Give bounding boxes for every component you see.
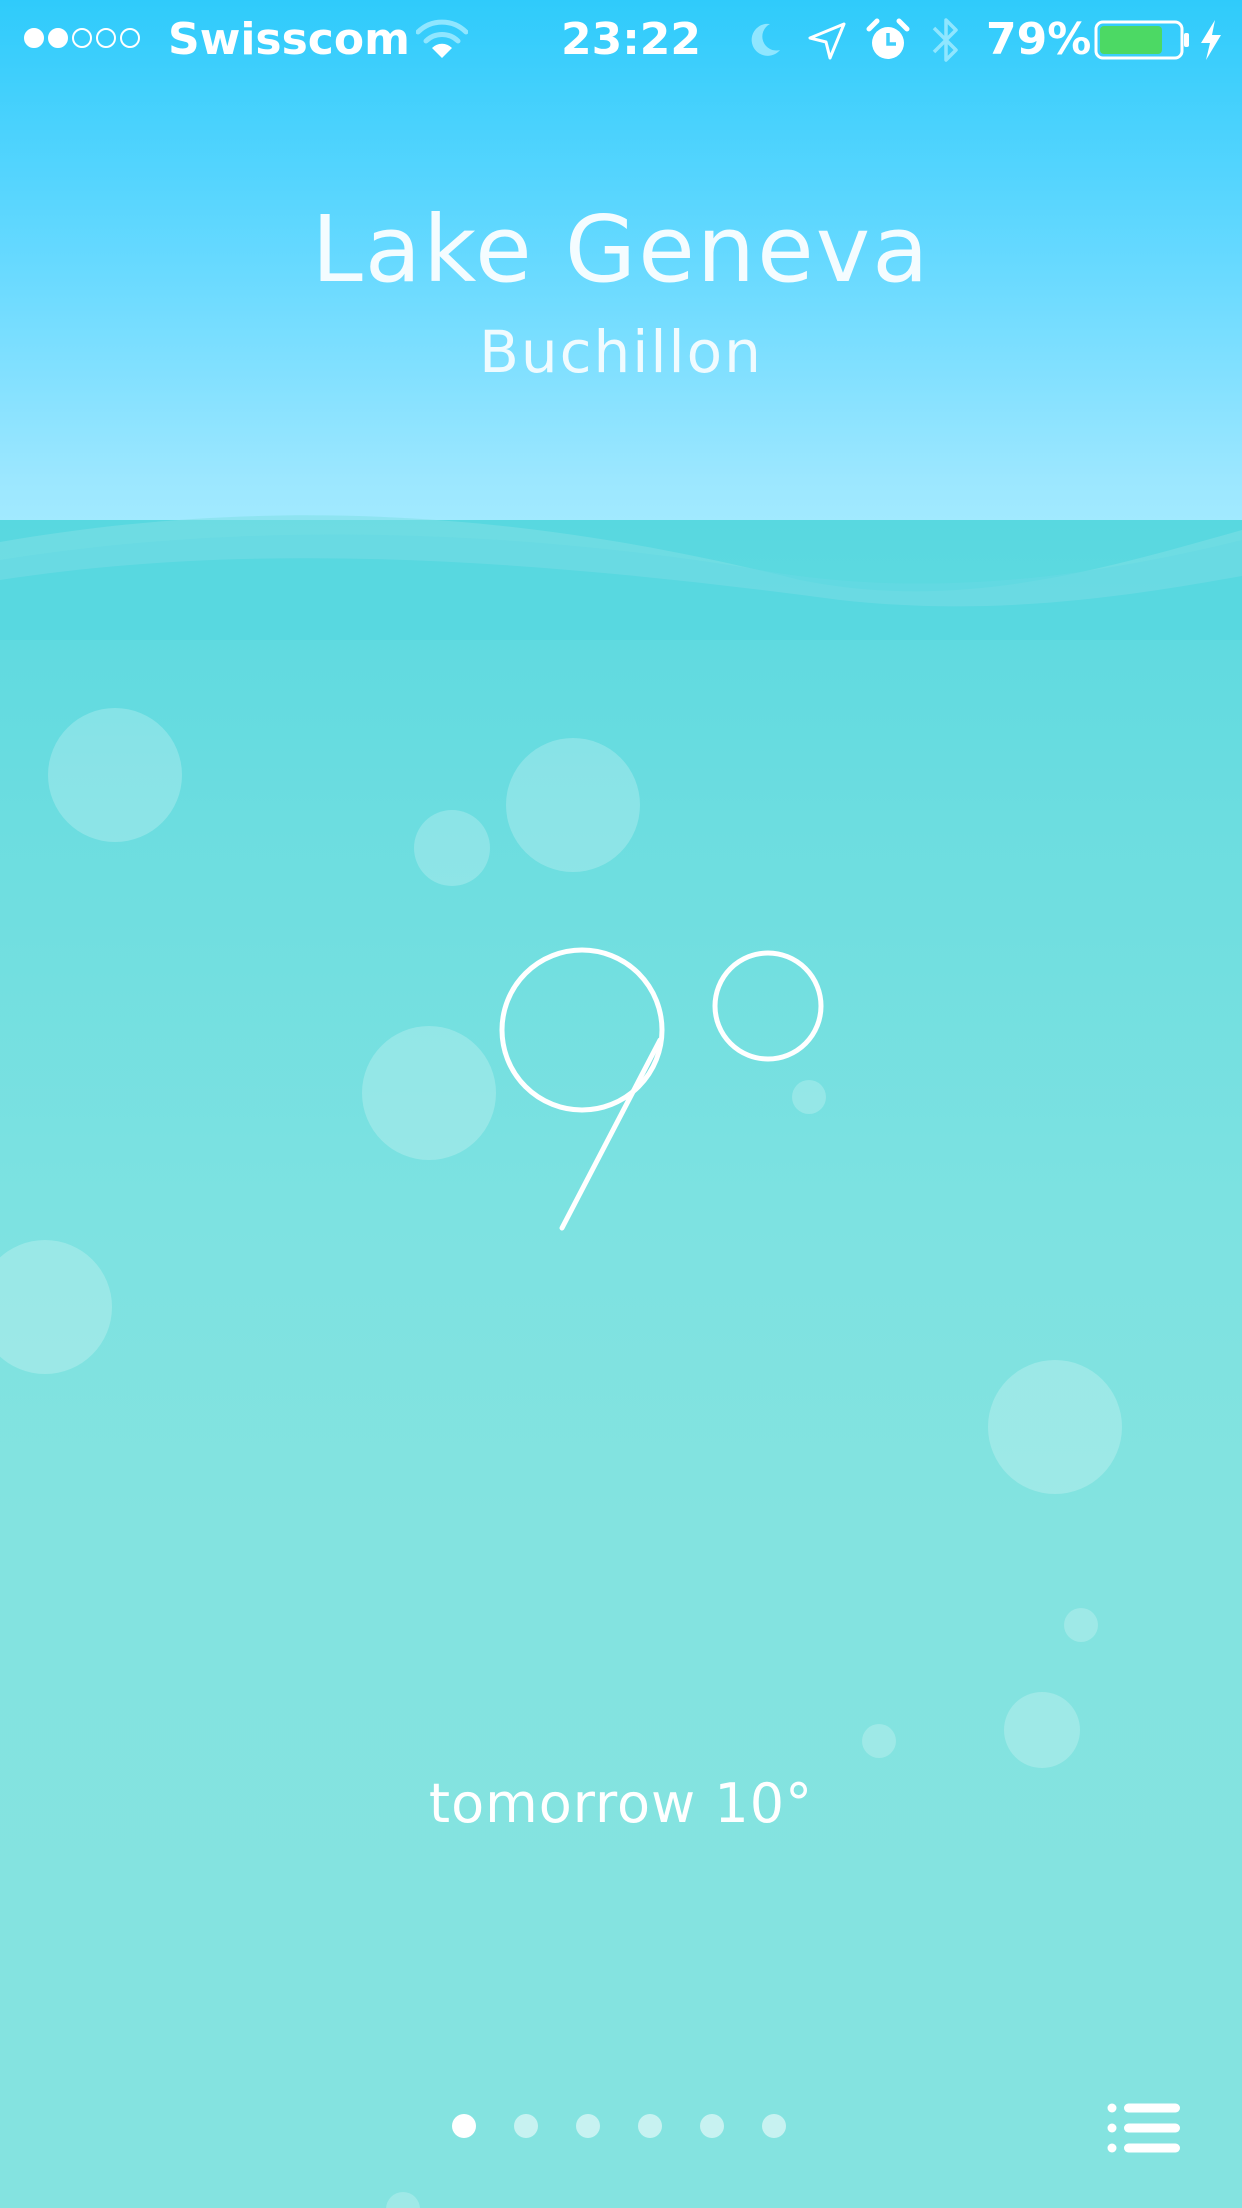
status-bar: Swisscom 23:22 79%: [0, 0, 1242, 80]
weather-screen: Swisscom 23:22 79% Lake Geneva Buchillon…: [0, 0, 1242, 2208]
alarm-clock-icon: [866, 18, 910, 59]
list-icon[interactable]: [1104, 2098, 1184, 2158]
battery-icon: [1094, 20, 1189, 60]
battery-percentage: 79%: [986, 14, 1092, 65]
current-temperature: 9°: [499, 947, 824, 1231]
page-dot[interactable]: [514, 2114, 538, 2138]
wave-surface: [0, 515, 1242, 640]
page-dot[interactable]: [700, 2114, 724, 2138]
tomorrow-forecast: tomorrow 10°: [428, 1772, 814, 1835]
bubble: [48, 708, 182, 842]
bubble: [506, 738, 640, 872]
bubble: [862, 1724, 896, 1758]
bubble: [1004, 1692, 1080, 1768]
page-dot[interactable]: [576, 2114, 600, 2138]
bluetooth-icon: [932, 18, 958, 62]
page-indicator[interactable]: [440, 2114, 800, 2144]
bubble: [414, 810, 490, 886]
location-arrow-icon: [808, 22, 846, 60]
page-dot[interactable]: [638, 2114, 662, 2138]
bubble: [988, 1360, 1122, 1494]
bubble: [362, 1026, 496, 1160]
location-subtitle: Buchillon: [479, 318, 763, 386]
bubble: [1064, 1608, 1098, 1642]
page-dot[interactable]: [452, 2114, 476, 2138]
charging-bolt-icon: [1201, 20, 1221, 60]
moon-icon: [751, 23, 780, 56]
page-dot[interactable]: [762, 2114, 786, 2138]
location-title: Lake Geneva: [311, 196, 931, 303]
